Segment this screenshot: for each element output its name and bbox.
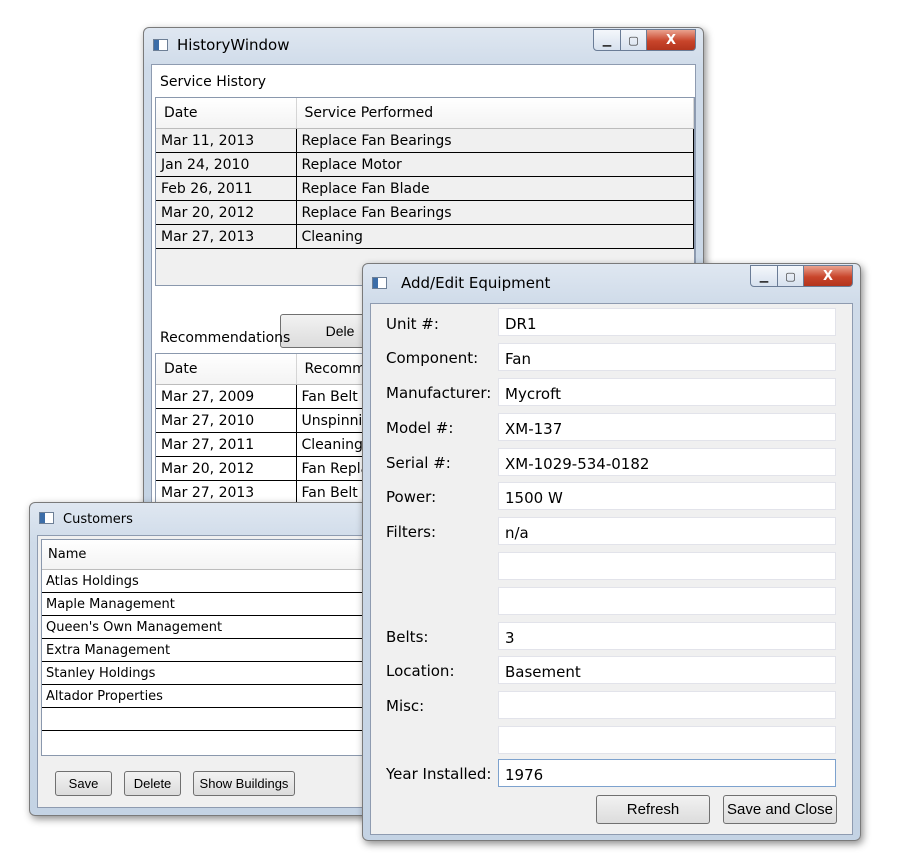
filters-field-1[interactable]: n/a (498, 517, 836, 545)
date-cell[interactable]: Mar 27, 2013 (156, 480, 297, 505)
minimize-icon: ▁ (759, 269, 769, 283)
date-cell[interactable]: Feb 26, 2011 (156, 176, 297, 201)
customer-name-cell[interactable]: Extra Management (42, 638, 387, 662)
service-cell[interactable]: Replace Fan Blade (296, 176, 694, 201)
location-field[interactable]: Basement (498, 656, 836, 684)
serial-label: Serial #: (386, 454, 451, 472)
date-cell[interactable]: Mar 27, 2013 (156, 224, 297, 249)
manufacturer-label: Manufacturer: (386, 384, 492, 402)
table-row[interactable]: Stanley Holdings (42, 661, 387, 685)
component-label: Component: (386, 349, 479, 367)
component-field[interactable]: Fan (498, 343, 836, 371)
misc-label: Misc: (386, 697, 425, 715)
customer-name-cell[interactable] (42, 707, 387, 731)
customers-window: Customers Name Atlas Holdings Maple Manag… (29, 502, 388, 816)
customer-name-cell[interactable]: Queen's Own Management (42, 615, 387, 639)
customers-window-title: Customers (63, 512, 133, 527)
delete-customer-button[interactable]: Delete (124, 771, 181, 796)
service-cell[interactable]: Cleaning (296, 224, 694, 249)
location-label: Location: (386, 662, 455, 680)
customer-name-cell[interactable]: Maple Management (42, 592, 387, 616)
date-cell[interactable]: Mar 20, 2012 (156, 200, 297, 225)
misc-field-2[interactable] (498, 726, 836, 754)
date-cell[interactable]: Mar 27, 2009 (156, 384, 297, 409)
filters-label: Filters: (386, 523, 437, 541)
unit-label: Unit #: (386, 315, 439, 333)
service-history-grid[interactable]: Date Service Performed Mar 11, 2013 Repla… (155, 97, 695, 286)
unit-field[interactable]: DR1 (498, 308, 836, 336)
minimize-icon: ▁ (602, 33, 612, 47)
maximize-button[interactable]: ▢ (621, 29, 647, 51)
history-titlebar[interactable]: HistoryWindow ▁ ▢ X (144, 28, 703, 60)
service-cell[interactable]: Replace Fan Bearings (296, 128, 694, 153)
table-row[interactable]: Extra Management (42, 638, 387, 662)
close-button[interactable]: X (804, 265, 853, 287)
table-row[interactable]: Jan 24, 2010 Replace Motor (156, 152, 694, 177)
table-row[interactable]: Mar 20, 2012 Replace Fan Bearings (156, 200, 694, 225)
window-app-icon (372, 277, 387, 289)
service-cell[interactable]: Replace Fan Bearings (296, 200, 694, 225)
date-cell[interactable]: Mar 20, 2012 (156, 456, 297, 481)
recommendations-label: Recommendations (160, 330, 291, 346)
power-field[interactable]: 1500 W (498, 482, 836, 510)
maximize-icon: ▢ (785, 269, 796, 283)
year-installed-field[interactable]: 1976 (498, 759, 836, 787)
model-field[interactable]: XM-137 (498, 413, 836, 441)
misc-field-1[interactable] (498, 691, 836, 719)
save-and-close-button[interactable]: Save and Close (723, 795, 837, 824)
column-header-service[interactable]: Service Performed (296, 98, 694, 129)
table-row[interactable]: Maple Management (42, 592, 387, 616)
window-app-icon (153, 39, 168, 51)
customer-name-cell[interactable]: Atlas Holdings (42, 569, 387, 593)
power-label: Power: (386, 488, 437, 506)
belts-label: Belts: (386, 628, 429, 646)
filters-field-2[interactable] (498, 552, 836, 580)
date-cell[interactable]: Jan 24, 2010 (156, 152, 297, 177)
refresh-button[interactable]: Refresh (596, 795, 710, 824)
equipment-titlebar[interactable]: Add/Edit Equipment ▁ ▢ X (363, 264, 860, 296)
maximize-icon: ▢ (628, 33, 639, 47)
date-cell[interactable]: Mar 27, 2010 (156, 408, 297, 433)
customer-name-cell[interactable]: Stanley Holdings (42, 661, 387, 685)
equipment-window-title: Add/Edit Equipment (401, 274, 551, 292)
customers-client: Name Atlas Holdings Maple Management Queen… (37, 535, 388, 808)
customers-titlebar[interactable]: Customers (30, 503, 385, 535)
minimize-button[interactable]: ▁ (750, 265, 778, 287)
table-row[interactable]: Mar 11, 2013 Replace Fan Bearings (156, 128, 694, 153)
model-label: Model #: (386, 419, 454, 437)
customer-name-cell[interactable]: Altador Properties (42, 684, 387, 708)
date-cell[interactable]: Mar 27, 2011 (156, 432, 297, 457)
show-buildings-button[interactable]: Show Buildings (193, 771, 295, 796)
column-header-date[interactable]: Date (156, 98, 297, 129)
table-row[interactable]: Queen's Own Management (42, 615, 387, 639)
serial-field[interactable]: XM-1029-534-0182 (498, 448, 836, 476)
column-header-date[interactable]: Date (156, 354, 297, 385)
table-row[interactable]: Atlas Holdings (42, 569, 387, 593)
maximize-button[interactable]: ▢ (778, 265, 804, 287)
close-icon: X (822, 268, 834, 284)
manufacturer-field[interactable]: Mycroft (498, 378, 836, 406)
column-header-name[interactable]: Name (42, 540, 387, 570)
close-button[interactable]: X (647, 29, 696, 51)
table-row[interactable]: Feb 26, 2011 Replace Fan Blade (156, 176, 694, 201)
belts-field[interactable]: 3 (498, 622, 836, 650)
equipment-window: Add/Edit Equipment ▁ ▢ X Unit #: DR1 Com… (362, 263, 861, 841)
table-row[interactable]: Altador Properties (42, 684, 387, 708)
window-app-icon (39, 512, 54, 524)
equipment-client: Unit #: DR1 Component: Fan Manufacturer:… (370, 303, 853, 835)
date-cell[interactable]: Mar 11, 2013 (156, 128, 297, 153)
year-installed-label: Year Installed: (386, 765, 492, 783)
table-row-empty[interactable] (42, 707, 387, 731)
customers-grid[interactable]: Name Atlas Holdings Maple Management Queen… (41, 539, 388, 756)
history-window-title: HistoryWindow (177, 36, 290, 54)
service-cell[interactable]: Replace Motor (296, 152, 694, 177)
close-icon: X (665, 32, 677, 48)
filters-field-3[interactable] (498, 587, 836, 615)
service-history-label: Service History (160, 74, 266, 90)
minimize-button[interactable]: ▁ (593, 29, 621, 51)
table-row[interactable]: Mar 27, 2013 Cleaning (156, 224, 694, 249)
save-button[interactable]: Save (55, 771, 112, 796)
